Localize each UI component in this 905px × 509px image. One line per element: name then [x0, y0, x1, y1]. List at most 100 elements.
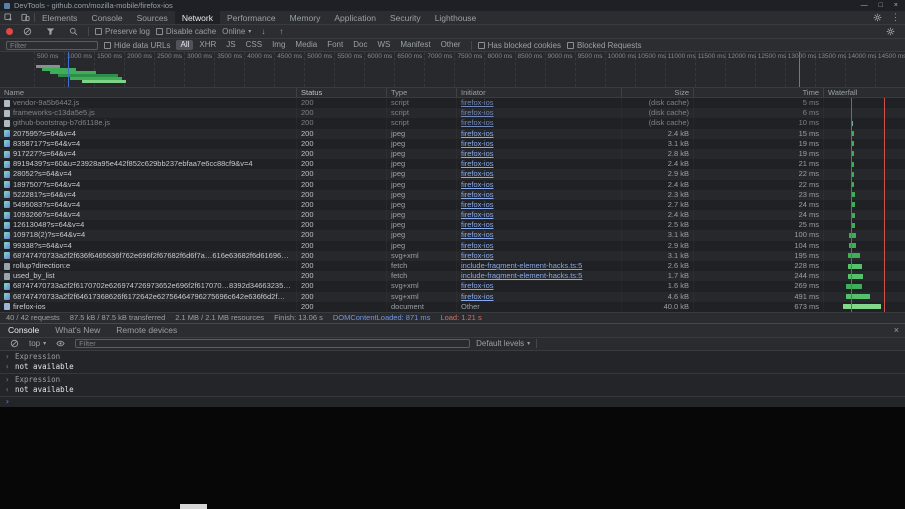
- filter-type-manifest[interactable]: Manifest: [396, 40, 434, 50]
- settings-gear-icon[interactable]: [869, 13, 886, 22]
- clear-console-icon[interactable]: [6, 338, 23, 350]
- import-har-icon[interactable]: ↓: [257, 25, 269, 38]
- tab-security[interactable]: Security: [383, 11, 428, 24]
- console-context-select[interactable]: top ▾: [29, 339, 46, 348]
- minimize-button[interactable]: —: [861, 0, 868, 11]
- table-row[interactable]: vendor-9a5b6442.js 200 script firefox-ios (d…: [0, 98, 905, 108]
- table-row[interactable]: 5495083?s=64&v=4 200 jpeg firefox-ios 2.7 kB…: [0, 200, 905, 210]
- request-initiator-link[interactable]: firefox-ios: [461, 292, 494, 301]
- tab-elements[interactable]: Elements: [35, 11, 84, 24]
- request-initiator-link[interactable]: firefox-ios: [461, 281, 494, 290]
- export-har-icon[interactable]: ↑: [275, 25, 287, 38]
- filter-type-all[interactable]: All: [176, 40, 194, 50]
- filter-type-js[interactable]: JS: [222, 40, 239, 50]
- table-row[interactable]: rollup?direction:e 200 fetch include-fragme…: [0, 261, 905, 271]
- close-button[interactable]: ×: [894, 0, 898, 11]
- request-initiator-link[interactable]: firefox-ios: [461, 159, 494, 168]
- device-toolbar-icon[interactable]: [17, 11, 34, 24]
- column-header-type[interactable]: Type: [386, 88, 456, 97]
- table-row[interactable]: firefox-ios 200 document Other 40.0 kB 673 ms: [0, 302, 905, 312]
- console-filter-input[interactable]: [75, 339, 471, 349]
- table-row[interactable]: 28052?s=64&v=4 200 jpeg firefox-ios 2.9 kB 22…: [0, 169, 905, 180]
- table-row[interactable]: frameworks-c13da5e5.js 200 script firefox-i…: [0, 108, 905, 119]
- request-initiator-link[interactable]: include-fragment-element-hacks.ts:5: [461, 271, 582, 280]
- request-initiator-link[interactable]: firefox-ios: [461, 139, 494, 148]
- taskbar-item[interactable]: [180, 504, 207, 509]
- filter-type-media[interactable]: Media: [291, 40, 321, 50]
- inspect-element-icon[interactable]: [0, 11, 17, 24]
- request-initiator-link[interactable]: firefox-ios: [461, 129, 494, 138]
- network-overview-timeline[interactable]: 500 ms 1000 ms 1500 ms 2000 ms 2500 ms 3000 m…: [0, 52, 905, 88]
- console-prompt[interactable]: ›: [0, 397, 905, 407]
- filter-type-xhr[interactable]: XHR: [195, 40, 220, 50]
- request-initiator-link[interactable]: firefox-ios: [461, 190, 494, 199]
- filter-type-img[interactable]: Img: [268, 40, 289, 50]
- table-row[interactable]: used_by_list 200 fetch include-fragment-ele…: [0, 271, 905, 282]
- request-initiator-link[interactable]: firefox-ios: [461, 98, 494, 107]
- table-row[interactable]: 207595?s=64&v=4 200 jpeg firefox-ios 2.4 kB 1…: [0, 128, 905, 139]
- request-initiator-link[interactable]: firefox-ios: [461, 118, 494, 127]
- column-header-size[interactable]: Size: [621, 88, 693, 97]
- record-button[interactable]: [6, 28, 13, 35]
- request-initiator-link[interactable]: firefox-ios: [461, 210, 494, 219]
- request-initiator-link[interactable]: firefox-ios: [461, 149, 494, 158]
- tab-memory[interactable]: Memory: [283, 11, 328, 24]
- request-initiator-link[interactable]: firefox-ios: [461, 200, 494, 209]
- table-row[interactable]: 1897507?s=64&v=4 200 jpeg firefox-ios 2.4 kB…: [0, 180, 905, 190]
- console-levels-select[interactable]: Default levels ▾: [476, 339, 530, 348]
- tab-application[interactable]: Application: [327, 11, 383, 24]
- table-row[interactable]: 8919439?s=60&u=23928a95e442f852c629bb237…: [0, 159, 905, 169]
- search-icon[interactable]: [65, 25, 82, 38]
- preserve-log-checkbox[interactable]: Preserve log: [95, 27, 150, 36]
- drawer-close-icon[interactable]: ×: [888, 325, 905, 335]
- table-row[interactable]: 109718(2)?s=64&v=4 200 jpeg firefox-ios 3.1 …: [0, 230, 905, 241]
- request-initiator-link[interactable]: firefox-ios: [461, 220, 494, 229]
- eye-icon[interactable]: [52, 338, 69, 350]
- filter-input[interactable]: [6, 40, 98, 50]
- table-row[interactable]: github-bootstrap-b7d6118e.js 200 script fir…: [0, 118, 905, 128]
- drawer-tab-what-s-new[interactable]: What's New: [47, 324, 108, 337]
- table-row[interactable]: 99338?s=64&v=4 200 jpeg firefox-ios 2.9 kB 10…: [0, 241, 905, 251]
- filter-toggle-icon[interactable]: [42, 25, 59, 38]
- has-blocked-cookies-checkbox[interactable]: Has blocked cookies: [477, 41, 561, 50]
- table-row[interactable]: 68747470733a2f2f636f6465636f762e696f2f67…: [0, 250, 905, 261]
- more-options-kebab-icon[interactable]: ⋮: [886, 12, 905, 23]
- column-header-name[interactable]: Name: [0, 88, 296, 97]
- request-initiator-link[interactable]: firefox-ios: [461, 180, 494, 189]
- clear-button[interactable]: [19, 25, 36, 38]
- table-row[interactable]: 917227?s=64&v=4 200 jpeg firefox-ios 2.8 kB 1…: [0, 148, 905, 160]
- hide-data-urls-checkbox[interactable]: Hide data URLs: [104, 41, 170, 50]
- request-initiator-link[interactable]: firefox-ios: [461, 108, 494, 117]
- blocked-requests-checkbox[interactable]: Blocked Requests: [566, 41, 641, 50]
- column-header-waterfall[interactable]: Waterfall: [823, 88, 905, 97]
- disable-cache-checkbox[interactable]: Disable cache: [155, 27, 216, 36]
- maximize-button[interactable]: □: [879, 0, 883, 11]
- tab-lighthouse[interactable]: Lighthouse: [428, 11, 484, 24]
- column-header-status[interactable]: Status: [296, 88, 386, 97]
- table-row[interactable]: 8358717?s=64&v=4 200 jpeg firefox-ios 3.1 kB…: [0, 139, 905, 149]
- filter-type-other[interactable]: Other: [437, 40, 465, 50]
- table-row[interactable]: 522281?s=64&v=4 200 jpeg firefox-ios 2.3 kB 2…: [0, 189, 905, 200]
- drawer-tab-remote-devices[interactable]: Remote devices: [108, 324, 185, 337]
- tab-performance[interactable]: Performance: [220, 11, 283, 24]
- request-initiator-link[interactable]: firefox-ios: [461, 241, 494, 250]
- tab-sources[interactable]: Sources: [130, 11, 175, 24]
- drawer-tab-console[interactable]: Console: [0, 324, 47, 337]
- throttling-select[interactable]: Online ▾: [222, 27, 251, 36]
- table-row[interactable]: 68747470733a2f2f6170702e626974726973652e…: [0, 281, 905, 291]
- network-settings-gear-icon[interactable]: [882, 25, 899, 38]
- column-header-time[interactable]: Time: [693, 88, 823, 97]
- tab-console[interactable]: Console: [84, 11, 129, 24]
- column-header-initiator[interactable]: Initiator: [456, 88, 621, 97]
- request-initiator-link[interactable]: firefox-ios: [461, 251, 494, 260]
- table-row[interactable]: 1093266?s=64&v=4 200 jpeg firefox-ios 2.4 kB…: [0, 210, 905, 221]
- request-initiator-link[interactable]: firefox-ios: [461, 169, 494, 178]
- tab-network[interactable]: Network: [174, 11, 220, 24]
- filter-type-font[interactable]: Font: [323, 40, 347, 50]
- filter-type-css[interactable]: CSS: [242, 40, 266, 50]
- table-row[interactable]: 12613048?s=64&v=4 200 jpeg firefox-ios 2.5 k…: [0, 220, 905, 230]
- request-initiator-link[interactable]: firefox-ios: [461, 230, 494, 239]
- filter-type-ws[interactable]: WS: [373, 40, 394, 50]
- table-row[interactable]: 68747470733a2f2f64617368626f6172642e6275…: [0, 291, 905, 302]
- filter-type-doc[interactable]: Doc: [349, 40, 371, 50]
